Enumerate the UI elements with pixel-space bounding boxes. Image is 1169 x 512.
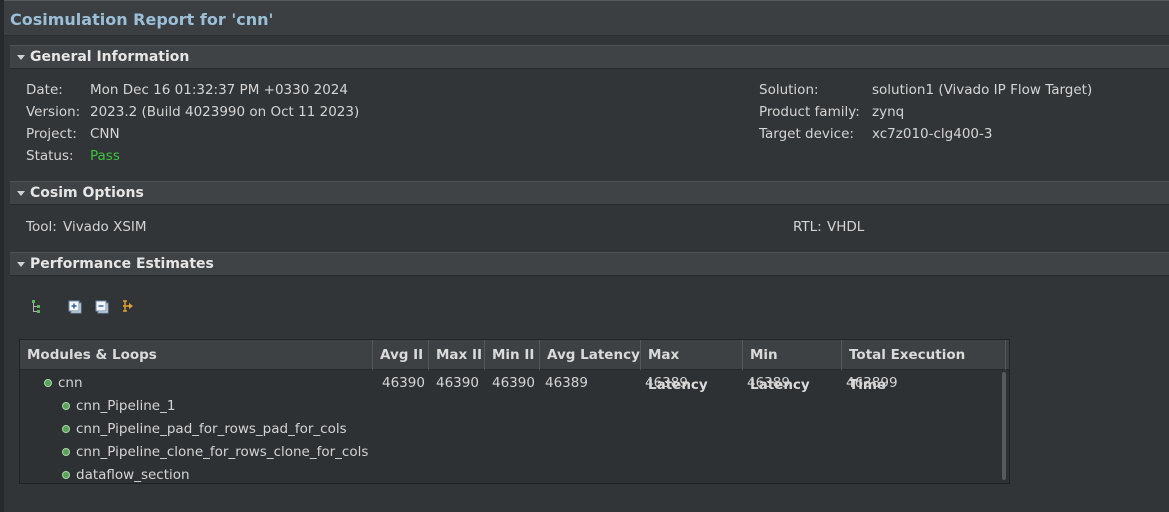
collapse-all-icon[interactable] [95, 300, 109, 314]
max-ii-cell: 46390 [436, 375, 479, 391]
section-general-information[interactable]: General Information [10, 45, 1169, 69]
date-label: Date: [26, 82, 63, 98]
total-execution-time-cell: 463899 [846, 375, 898, 391]
solution-label: Solution: [759, 82, 819, 98]
collapse-triangle-icon[interactable] [17, 55, 25, 60]
section-title: Cosim Options [30, 185, 144, 201]
col-max-latency[interactable]: Max Latency [641, 340, 743, 393]
col-modules-loops[interactable]: Modules & Loops [20, 340, 373, 370]
tool-label: Tool: [26, 219, 57, 235]
section-title: Performance Estimates [30, 256, 214, 272]
avg-latency-cell: 46389 [545, 375, 588, 391]
rtl-label: RTL: [793, 219, 822, 235]
table-vertical-scrollbar[interactable] [1002, 372, 1006, 480]
project-value: CNN [90, 126, 120, 142]
status-label: Status: [26, 148, 74, 164]
col-avg-ii[interactable]: Avg II [373, 340, 429, 370]
module-name[interactable]: cnn_Pipeline_clone_for_rows_clone_for_co… [76, 441, 368, 463]
report-content: General Information Date: Mon Dec 16 01:… [4, 36, 1169, 512]
module-status-icon [62, 402, 70, 410]
col-min-ii[interactable]: Min II [485, 340, 540, 370]
project-label: Project: [26, 126, 77, 142]
col-min-latency[interactable]: Min Latency [743, 340, 842, 393]
col-max-ii[interactable]: Max II [429, 340, 485, 370]
date-value: Mon Dec 16 01:32:37 PM +0330 2024 [90, 82, 348, 98]
module-name[interactable]: dataflow_section [76, 464, 190, 482]
module-name[interactable]: cnn_Pipeline_1 [76, 395, 175, 417]
module-status-icon [62, 448, 70, 456]
avg-ii-cell: 46390 [382, 375, 425, 391]
report-title-bar: Cosimulation Report for 'cnn' [4, 0, 1169, 36]
show-in-flow-icon[interactable] [121, 299, 135, 313]
min-latency-cell: 46389 [747, 375, 790, 391]
product-family-value: zynq [872, 104, 905, 120]
module-status-icon [62, 425, 70, 433]
version-label: Version: [26, 104, 81, 120]
product-family-label: Product family: [759, 104, 860, 120]
version-value: 2023.2 (Build 4023990 on Oct 11 2023) [90, 104, 360, 120]
section-title: General Information [30, 49, 190, 65]
tool-value: Vivado XSIM [63, 219, 147, 235]
module-name[interactable]: cnn [58, 372, 83, 394]
target-device-value: xc7z010-clg400-3 [872, 126, 993, 142]
expand-all-icon[interactable] [68, 300, 82, 314]
col-avg-latency[interactable]: Avg Latency [540, 340, 641, 370]
section-cosim-options[interactable]: Cosim Options [10, 181, 1169, 205]
module-name[interactable]: cnn_Pipeline_pad_for_rows_pad_for_cols [76, 418, 347, 440]
performance-table: Modules & Loops Avg II Max II Min II Avg… [19, 339, 1010, 484]
col-total-execution-time[interactable]: Total Execution Time [842, 340, 1006, 393]
module-status-icon [44, 379, 52, 387]
target-device-label: Target device: [759, 126, 854, 142]
report-title: Cosimulation Report for 'cnn' [10, 10, 274, 29]
max-latency-cell: 46389 [645, 375, 688, 391]
tree-hierarchy-icon[interactable] [29, 299, 43, 313]
collapse-triangle-icon[interactable] [17, 191, 25, 196]
rtl-value: VHDL [827, 219, 865, 235]
min-ii-cell: 46390 [492, 375, 535, 391]
status-value: Pass [90, 148, 120, 164]
collapse-triangle-icon[interactable] [17, 262, 25, 267]
module-status-icon [62, 471, 70, 479]
solution-value: solution1 (Vivado IP Flow Target) [872, 82, 1093, 98]
section-performance-estimates[interactable]: Performance Estimates [10, 252, 1169, 276]
table-header: Modules & Loops Avg II Max II Min II Avg… [20, 340, 1009, 393]
